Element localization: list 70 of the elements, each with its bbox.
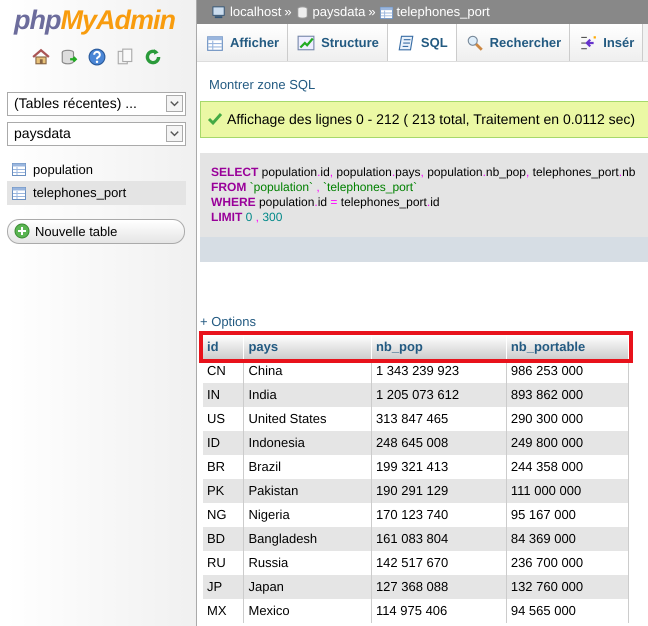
breadcrumb-link[interactable]: telephones_port — [396, 2, 490, 22]
table-cell: Indonesia — [244, 431, 372, 455]
tab[interactable]: Insér — [570, 24, 644, 61]
table-cell: ID — [203, 431, 244, 455]
home-icon[interactable] — [32, 48, 50, 66]
options-link[interactable]: + Options — [200, 312, 648, 331]
table-cell: 132 760 000 — [506, 575, 628, 599]
table-cell: 84 369 000 — [506, 527, 628, 551]
sql-line: WHERE population.id = telephones_port.id — [211, 194, 441, 210]
column-header[interactable]: nb_portable — [506, 335, 628, 359]
table-cell: PK — [203, 479, 244, 503]
sql-line: FROM `population` , `telephones_port` — [211, 180, 418, 194]
documents-icon[interactable] — [116, 48, 134, 66]
table-cell: 1 205 073 612 — [371, 383, 506, 407]
tab[interactable]: SQL — [388, 24, 457, 61]
table-cell: 249 800 000 — [506, 431, 628, 455]
table-cell: Mexico — [244, 599, 372, 623]
select-field[interactable]: paysdata — [7, 122, 186, 146]
database-export-icon[interactable] — [60, 48, 78, 66]
caret-icon — [166, 125, 183, 142]
caret-icon — [166, 95, 183, 112]
table-cell: 248 645 008 — [371, 431, 506, 455]
table-cell: BD — [203, 527, 244, 551]
select-field[interactable]: (Tables récentes) ... — [7, 92, 186, 116]
help-icon[interactable] — [88, 48, 106, 66]
monitor-icon — [212, 4, 227, 20]
table-cell: 893 862 000 — [506, 383, 628, 407]
tab[interactable]: Rechercher — [456, 24, 570, 61]
scroll-icon — [396, 34, 415, 52]
reload-icon[interactable] — [144, 48, 162, 66]
table-cell: 127 368 088 — [371, 575, 506, 599]
new-table-button[interactable]: Nouvelle table — [7, 218, 185, 244]
plus-icon — [14, 223, 30, 240]
sql-line: SELECT population.id, population.pays, population.nb_pop, telephones_port.nb — [211, 164, 636, 180]
column-header[interactable]: id — [203, 335, 244, 359]
table-cell: India — [244, 383, 372, 407]
table-item[interactable]: telephones_port — [7, 181, 186, 205]
table-cell: 161 083 804 — [371, 527, 506, 551]
magnifier-icon — [466, 34, 484, 52]
table-cell: 114 975 406 — [371, 599, 506, 623]
check-icon — [207, 111, 223, 127]
column-header[interactable]: pays — [244, 335, 372, 359]
chart-icon — [297, 34, 316, 52]
breadcrumb-link[interactable]: localhost — [230, 2, 282, 22]
table-cell: 190 291 129 — [371, 479, 506, 503]
breadcrumb-separator: » — [368, 3, 376, 22]
insert-arrow-icon — [579, 34, 598, 52]
show-sql-link[interactable]: Montrer zone SQL — [197, 62, 648, 94]
table-cell: MX — [203, 599, 244, 623]
tab[interactable]: Afficher — [197, 24, 288, 61]
table-cell: JP — [203, 575, 244, 599]
table-cell: Bangladesh — [244, 527, 372, 551]
table-item[interactable]: population — [7, 158, 186, 182]
table-cell: IN — [203, 383, 244, 407]
table-cell: 94 565 000 — [506, 599, 628, 623]
sql-line: LIMIT 0 , 300 — [211, 210, 284, 224]
message-text: Affichage des lignes 0 - 212 ( 213 total, Traitement en 0.0112 sec) — [227, 110, 636, 129]
table-cell: Japan — [244, 575, 372, 599]
database-icon — [294, 4, 310, 20]
table-cell: 111 000 000 — [506, 479, 628, 503]
column-header[interactable]: nb_pop — [371, 335, 506, 359]
breadcrumb-link[interactable]: paysdata — [312, 2, 366, 22]
table-icon — [206, 34, 224, 52]
logo[interactable]: phpMyAdmin — [14, 6, 186, 36]
table-icon — [11, 161, 27, 178]
table-icon — [378, 4, 394, 20]
tab[interactable]: Structure — [288, 24, 388, 61]
table-icon — [11, 184, 27, 201]
table-cell: Pakistan — [244, 479, 372, 503]
breadcrumb-separator: » — [284, 3, 292, 22]
